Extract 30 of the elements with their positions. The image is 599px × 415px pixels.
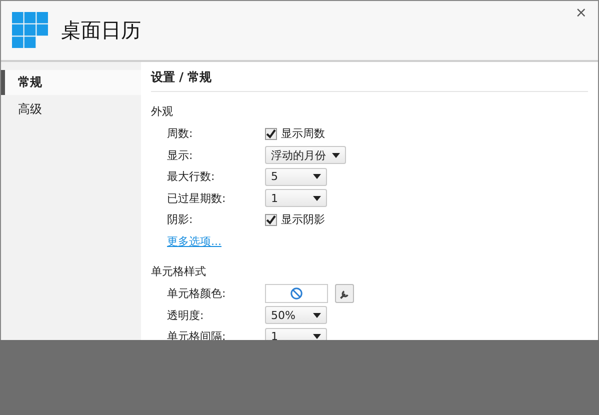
caret-icon <box>313 196 321 201</box>
caret-icon <box>313 174 321 180</box>
section-title: 外观 <box>151 104 174 119</box>
dropdown[interactable]: 5 <box>265 168 327 186</box>
caret-icon <box>332 152 340 158</box>
checkbox-box[interactable] <box>265 214 277 226</box>
dropdown[interactable]: 1 <box>265 189 327 208</box>
sidebar-item[interactable]: 常规 <box>1 70 141 95</box>
dropdown[interactable]: 50% <box>265 306 327 324</box>
field-label: 最大行数: <box>167 169 216 184</box>
field-label: 阴影: <box>167 212 194 228</box>
window-title: 桌面日历 <box>61 17 141 44</box>
field-label: 透明度: <box>167 308 205 323</box>
color-picker[interactable] <box>265 284 328 304</box>
section-title: 单元格样式 <box>151 264 207 279</box>
close-button[interactable]: × <box>572 5 590 21</box>
wrench-button[interactable] <box>335 284 354 304</box>
page-heading: 设置 / 常规 <box>151 62 588 92</box>
wrench-icon <box>338 288 350 300</box>
dropdown[interactable]: 浮动的月份 <box>265 146 346 164</box>
field-label: 单元格颜色: <box>167 286 227 302</box>
checkbox[interactable]: 显示周数 <box>265 126 325 142</box>
caret-icon <box>313 312 321 318</box>
no-color-icon <box>290 287 303 300</box>
checkbox[interactable]: 显示阴影 <box>265 212 325 228</box>
field-label: 显示: <box>167 148 194 163</box>
field-label: 已过星期数: <box>167 190 227 206</box>
grid-logo-icon <box>12 12 49 49</box>
field-label: 周数: <box>167 126 194 142</box>
checkbox-box[interactable] <box>265 128 277 140</box>
